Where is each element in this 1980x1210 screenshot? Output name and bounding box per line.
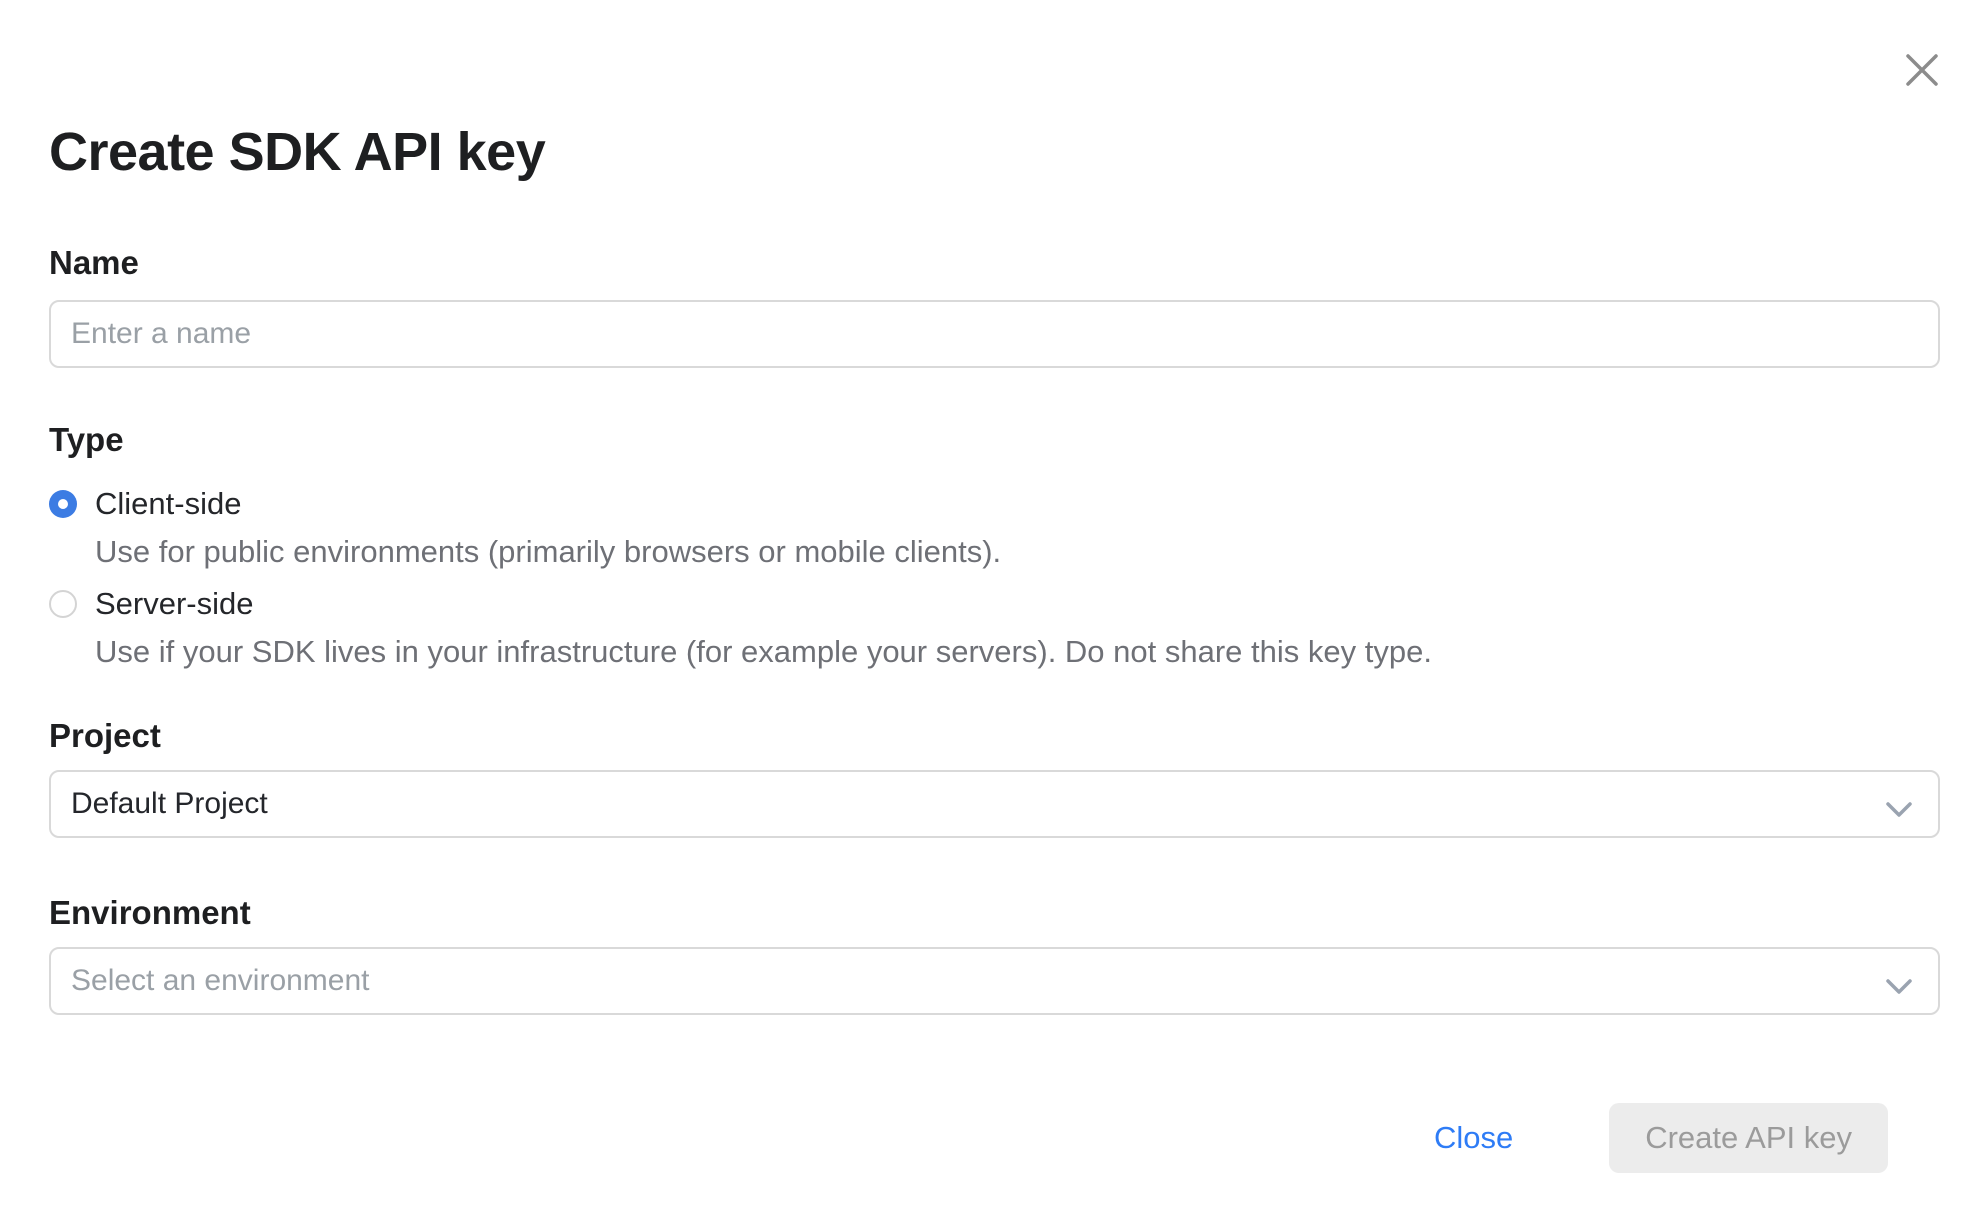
radio-option-description: Use if your SDK lives in your infrastruc…: [95, 632, 1940, 672]
environment-select-placeholder: Select an environment: [71, 964, 370, 998]
environment-select[interactable]: Select an environment: [49, 947, 1940, 1015]
chevron-down-icon: [1884, 794, 1914, 828]
project-select-value: Default Project: [71, 787, 268, 821]
page-title: Create SDK API key: [49, 0, 1940, 185]
environment-field-label: Environment: [49, 893, 1940, 933]
close-link-button[interactable]: Close: [1434, 1120, 1513, 1156]
radio-unselected-icon[interactable]: [49, 590, 77, 618]
radio-option-label: Client-side: [95, 484, 241, 524]
project-field-label: Project: [49, 716, 1940, 756]
name-input[interactable]: [49, 300, 1940, 368]
name-field-label: Name: [49, 243, 1940, 283]
radio-option-label: Server-side: [95, 584, 254, 624]
close-icon: [1904, 52, 1940, 88]
project-select[interactable]: Default Project: [49, 770, 1940, 838]
radio-option-server-side[interactable]: Server-side: [49, 584, 1940, 624]
radio-option-description: Use for public environments (primarily b…: [95, 532, 1940, 572]
radio-option-client-side[interactable]: Client-side: [49, 484, 1940, 524]
create-sdk-api-key-dialog: Create SDK API key Name Type Client-side…: [0, 0, 1980, 1210]
chevron-down-icon: [1884, 971, 1914, 1005]
close-button[interactable]: [1900, 48, 1944, 92]
radio-selected-icon[interactable]: [49, 490, 77, 518]
dialog-footer: Close Create API key: [49, 1103, 1940, 1173]
create-api-key-button[interactable]: Create API key: [1609, 1103, 1888, 1173]
type-field-label: Type: [49, 420, 1940, 460]
